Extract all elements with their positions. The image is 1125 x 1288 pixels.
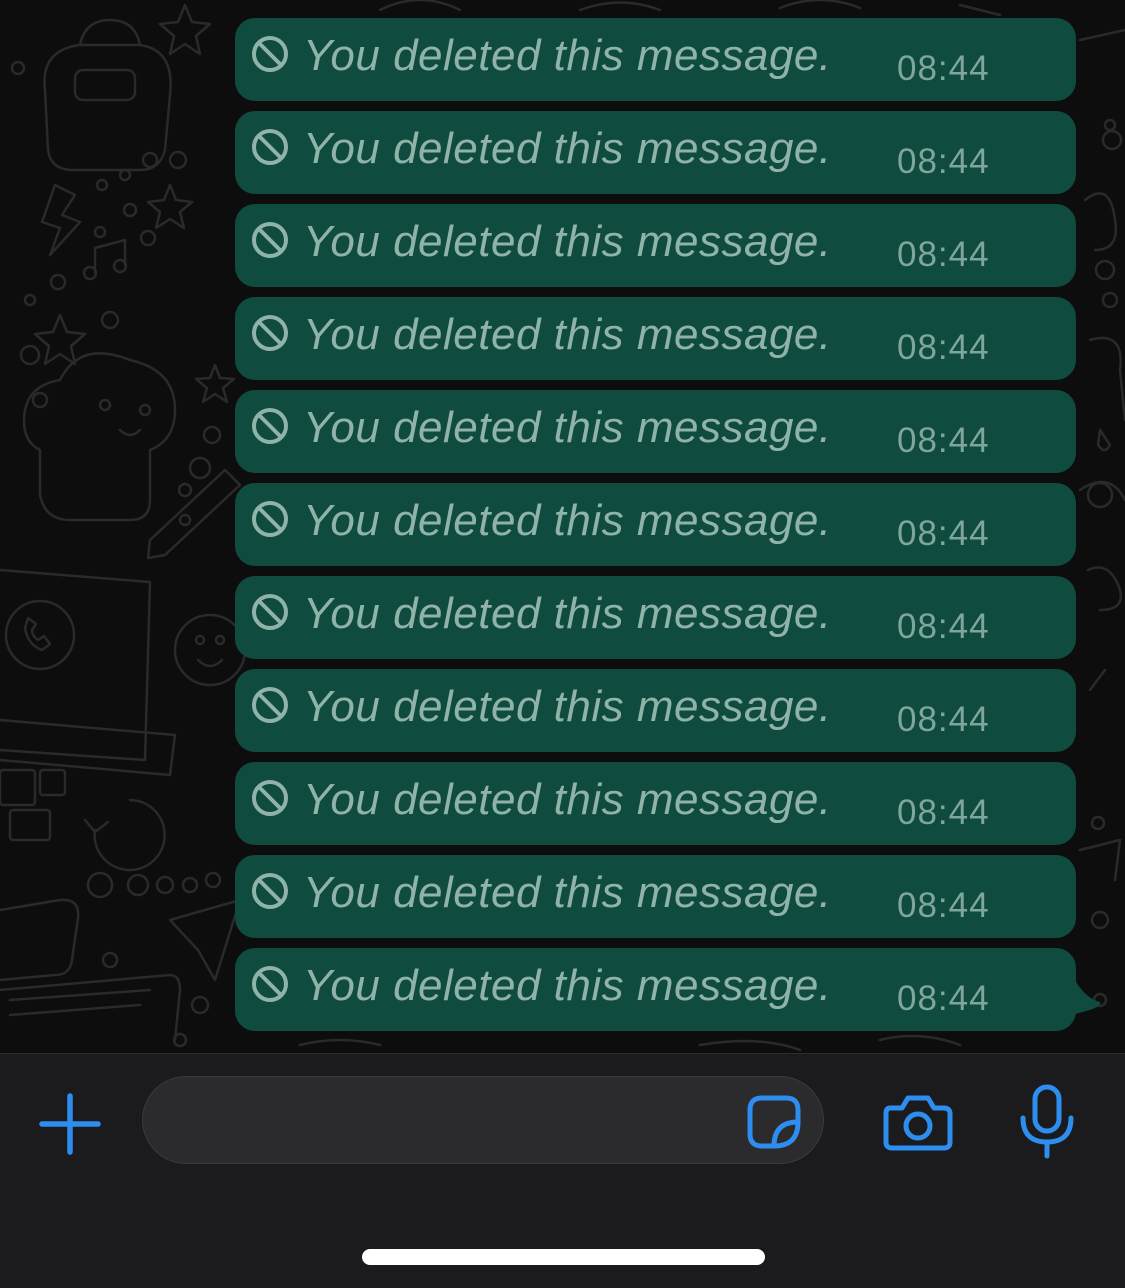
message-text: You deleted this message. <box>303 496 832 545</box>
message-text: You deleted this message. <box>303 589 832 638</box>
chat-message-area[interactable]: You deleted this message. 08:44 You delete… <box>0 0 1125 1053</box>
message-bubble[interactable]: You deleted this message. 08:44 <box>235 297 1076 380</box>
message-bubble[interactable]: You deleted this message. 08:44 <box>235 576 1076 659</box>
message-bubble[interactable]: You deleted this message. 08:44 <box>235 483 1076 566</box>
ban-icon <box>252 780 288 816</box>
chat-screen: You deleted this message. 08:44 You delete… <box>0 0 1125 1288</box>
message-text: You deleted this message. <box>303 961 832 1010</box>
ban-icon <box>252 222 288 258</box>
message-text: You deleted this message. <box>303 775 832 824</box>
message-bubble[interactable]: You deleted this message. 08:44 <box>235 18 1076 101</box>
message-bubble[interactable]: You deleted this message. 08:44 <box>235 762 1076 845</box>
message-timestamp: 08:44 <box>897 49 990 88</box>
message-timestamp: 08:44 <box>897 235 990 274</box>
message-timestamp: 08:44 <box>897 421 990 460</box>
message-text: You deleted this message. <box>303 310 832 359</box>
message-bubble[interactable]: You deleted this message. 08:44 <box>235 948 1076 1031</box>
message-bubble[interactable]: You deleted this message. 08:44 <box>235 390 1076 473</box>
message-bubble[interactable]: You deleted this message. 08:44 <box>235 669 1076 752</box>
composer-bar <box>0 1053 1125 1288</box>
ban-icon <box>252 408 288 444</box>
camera-icon[interactable] <box>882 1092 954 1152</box>
ban-icon <box>252 501 288 537</box>
message-input[interactable] <box>142 1076 824 1164</box>
ban-icon <box>252 594 288 630</box>
ban-icon <box>252 129 288 165</box>
message-bubble[interactable]: You deleted this message. 08:44 <box>235 855 1076 938</box>
message-timestamp: 08:44 <box>897 979 990 1018</box>
home-indicator[interactable] <box>362 1249 765 1265</box>
ban-icon <box>252 873 288 909</box>
ban-icon <box>252 687 288 723</box>
ban-icon <box>252 966 288 1002</box>
message-timestamp: 08:44 <box>897 607 990 646</box>
message-text: You deleted this message. <box>303 217 832 266</box>
message-timestamp: 08:44 <box>897 886 990 925</box>
message-timestamp: 08:44 <box>897 328 990 367</box>
message-timestamp: 08:44 <box>897 700 990 739</box>
ban-icon <box>252 36 288 72</box>
message-bubble[interactable]: You deleted this message. 08:44 <box>235 111 1076 194</box>
ban-icon <box>252 315 288 351</box>
message-timestamp: 08:44 <box>897 142 990 181</box>
sticker-icon[interactable] <box>744 1092 804 1152</box>
message-text: You deleted this message. <box>303 682 832 731</box>
message-text: You deleted this message. <box>303 31 832 80</box>
message-text: You deleted this message. <box>303 403 832 452</box>
message-timestamp: 08:44 <box>897 793 990 832</box>
bubble-tail <box>1060 968 1101 1018</box>
message-text: You deleted this message. <box>303 124 832 173</box>
message-timestamp: 08:44 <box>897 514 990 553</box>
microphone-icon[interactable] <box>1018 1084 1076 1160</box>
message-text: You deleted this message. <box>303 868 832 917</box>
message-bubble[interactable]: You deleted this message. 08:44 <box>235 204 1076 287</box>
plus-icon[interactable] <box>38 1092 102 1156</box>
